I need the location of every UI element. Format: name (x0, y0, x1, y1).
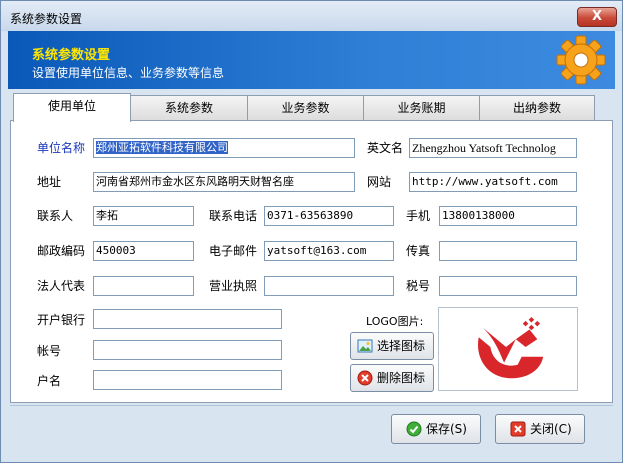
header-banner: 系统参数设置 设置使用单位信息、业务参数等信息 (8, 31, 615, 89)
english-name-field[interactable]: Zhengzhou Yatsoft Technolog (409, 138, 577, 158)
image-icon (357, 339, 373, 353)
company-name-value: 郑州亚拓软件科技有限公司 (96, 141, 228, 154)
phone-label: 联系电话 (209, 209, 258, 223)
phone-field[interactable]: 0371-63563890 (264, 206, 394, 226)
fax-field[interactable] (439, 241, 577, 261)
company-logo-image (477, 316, 544, 379)
tab-bar: 使用单位 系统参数 业务参数 业务账期 出纳参数 (13, 93, 595, 122)
window-title: 系统参数设置 (10, 12, 83, 26)
legal-rep-field[interactable] (93, 276, 194, 296)
account-field[interactable] (93, 340, 282, 360)
contact-field[interactable]: 李拓 (93, 206, 194, 226)
delete-icon-button[interactable]: 删除图标 (350, 364, 434, 392)
banner-subtitle: 设置使用单位信息、业务参数等信息 (32, 66, 225, 80)
fax-label: 传真 (406, 244, 431, 258)
choose-icon-label: 选择图标 (377, 339, 426, 353)
postcode-label: 邮政编码 (37, 244, 86, 258)
logo-preview (438, 307, 578, 391)
contact-label: 联系人 (37, 209, 74, 223)
address-label: 地址 (37, 175, 62, 189)
save-button[interactable]: 保存(S) (391, 414, 481, 444)
tab-business-period[interactable]: 业务账期 (363, 95, 480, 121)
delete-icon-label: 删除图标 (377, 371, 426, 385)
settings-window: 系统参数设置 X 系统参数设置 设置使用单位信息、业务参数等信息 使用单位 系统… (0, 0, 623, 463)
english-name-label: 英文名 (367, 141, 404, 155)
license-label: 营业执照 (209, 279, 258, 293)
close-button[interactable]: 关闭(C) (495, 414, 585, 444)
mobile-label: 手机 (406, 209, 431, 223)
tab-company-info[interactable]: 使用单位 (13, 93, 131, 122)
address-field[interactable]: 河南省郑州市金水区东风路明天财智名座 (93, 172, 355, 192)
delete-icon (357, 370, 373, 386)
website-field[interactable]: http://www.yatsoft.com (409, 172, 577, 192)
save-label: 保存(S) (426, 422, 467, 436)
choose-icon-button[interactable]: 选择图标 (350, 332, 434, 360)
banner-title: 系统参数设置 (32, 48, 111, 63)
tax-no-label: 税号 (406, 279, 431, 293)
company-name-field[interactable]: 郑州亚拓软件科技有限公司 (93, 138, 355, 158)
website-label: 网站 (367, 175, 392, 189)
tab-cashier-params[interactable]: 出纳参数 (479, 95, 595, 121)
tab-business-params[interactable]: 业务参数 (247, 95, 364, 121)
email-label: 电子邮件 (209, 244, 258, 258)
footer-divider (10, 405, 613, 406)
mobile-field[interactable]: 13800138000 (439, 206, 577, 226)
window-close-button[interactable]: X (577, 7, 617, 27)
close-label: 关闭(C) (530, 422, 572, 436)
bank-field[interactable] (93, 309, 282, 329)
bank-label: 开户银行 (37, 313, 86, 327)
checkmark-icon (406, 421, 422, 437)
title-bar: 系统参数设置 X (1, 1, 622, 31)
email-field[interactable]: yatsoft@163.com (264, 241, 394, 261)
tax-no-field[interactable] (439, 276, 577, 296)
close-icon (510, 421, 526, 437)
postcode-field[interactable]: 450003 (93, 241, 194, 261)
tab-system-params[interactable]: 系统参数 (130, 95, 248, 121)
account-name-label: 户名 (37, 374, 62, 388)
legal-rep-label: 法人代表 (37, 279, 86, 293)
license-field[interactable] (264, 276, 394, 296)
logo-label: LOGO图片: (366, 315, 424, 328)
company-name-label: 单位名称 (37, 141, 86, 155)
gear-icon (556, 35, 606, 85)
account-label: 帐号 (37, 344, 62, 358)
account-name-field[interactable] (93, 370, 282, 390)
